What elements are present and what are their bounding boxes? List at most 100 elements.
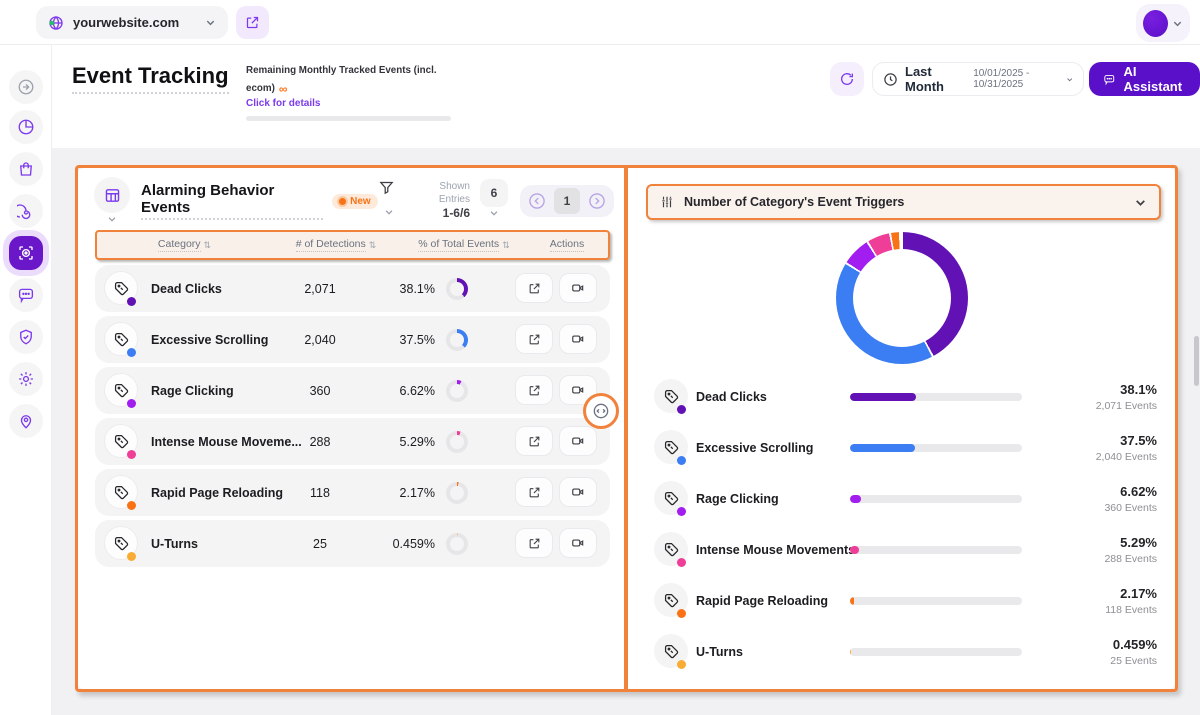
open-details-button[interactable] bbox=[515, 477, 553, 507]
category-label: Excessive Scrolling bbox=[151, 333, 268, 347]
account-menu[interactable] bbox=[1136, 4, 1190, 42]
panel-title: Alarming Behavior Events bbox=[141, 182, 323, 220]
category-color-dot bbox=[677, 405, 686, 414]
percent-value: 6.62% bbox=[1047, 483, 1157, 501]
percent-bar bbox=[850, 648, 1022, 656]
open-website-button[interactable] bbox=[236, 6, 269, 39]
filter-button[interactable] bbox=[378, 179, 399, 223]
legend-row[interactable]: U-Turns 0.459% 25 Events bbox=[628, 630, 1175, 674]
open-details-button[interactable] bbox=[515, 375, 553, 405]
chevron-down-icon bbox=[1134, 196, 1147, 209]
percent-value: 6.62% bbox=[365, 384, 435, 398]
page-size-selector[interactable]: 6 bbox=[480, 179, 508, 223]
scrollbar-thumb[interactable] bbox=[1194, 336, 1199, 386]
tracked-events-progressbar bbox=[246, 116, 451, 121]
next-page-button[interactable] bbox=[586, 190, 608, 212]
percent-bar-fill bbox=[850, 393, 916, 401]
collapse-icon[interactable] bbox=[9, 70, 43, 104]
panels-highlight-box: Alarming Behavior Events New Shown Entri… bbox=[75, 165, 1178, 692]
shield-check-icon[interactable] bbox=[9, 320, 43, 354]
legend-row[interactable]: Rapid Page Reloading 2.17% 118 Events bbox=[628, 579, 1175, 623]
tracked-events-widget: Remaining Monthly Tracked Events (incl. … bbox=[246, 60, 461, 121]
open-details-button[interactable] bbox=[515, 273, 553, 303]
percent-ring bbox=[446, 278, 468, 300]
table-header-row: Category⇅ # of Detections⇅ % of Total Ev… bbox=[95, 230, 610, 260]
category-label: Dead Clicks bbox=[151, 282, 222, 296]
shopping-bag-icon[interactable] bbox=[9, 152, 43, 186]
event-target-icon[interactable] bbox=[9, 236, 43, 270]
legend-row[interactable]: Rage Clicking 6.62% 360 Events bbox=[628, 477, 1175, 521]
percent-value: 0.459% bbox=[1047, 636, 1157, 654]
table-body: Dead Clicks 2,071 38.1% Excessive Scroll… bbox=[95, 265, 610, 571]
table-row[interactable]: Rage Clicking 360 6.62% bbox=[95, 367, 610, 414]
column-percent[interactable]: % of Total Events⇅ bbox=[400, 238, 528, 252]
legend-values: 2.17% 118 Events bbox=[1047, 585, 1157, 617]
open-details-button[interactable] bbox=[515, 324, 553, 354]
category-label: Rapid Page Reloading bbox=[151, 486, 283, 500]
events-count: 118 Events bbox=[1047, 603, 1157, 617]
session-recording-button[interactable] bbox=[559, 477, 597, 507]
donut-chart bbox=[836, 232, 968, 364]
date-range-selector[interactable]: Last Month 10/01/2025 - 10/31/2025 bbox=[872, 62, 1084, 96]
table-view-selector[interactable] bbox=[94, 177, 130, 225]
open-details-button[interactable] bbox=[515, 426, 553, 456]
table-row[interactable]: Excessive Scrolling 2,040 37.5% bbox=[95, 316, 610, 363]
session-recording-button[interactable] bbox=[559, 528, 597, 558]
prev-page-button[interactable] bbox=[526, 190, 548, 212]
percent-value: 5.29% bbox=[1047, 534, 1157, 552]
events-count: 288 Events bbox=[1047, 552, 1157, 566]
table-row[interactable]: Rapid Page Reloading 118 2.17% bbox=[95, 469, 610, 516]
ai-assistant-button[interactable]: AI Assistant bbox=[1089, 62, 1200, 96]
category-color-dot bbox=[127, 450, 136, 459]
events-count: 25 Events bbox=[1047, 654, 1157, 668]
session-recording-button[interactable] bbox=[559, 273, 597, 303]
table-icon bbox=[94, 177, 130, 213]
map-pin-icon[interactable] bbox=[9, 404, 43, 438]
page-number[interactable]: 1 bbox=[554, 188, 580, 214]
table-row[interactable]: Dead Clicks 2,071 38.1% bbox=[95, 265, 610, 312]
spiral-icon[interactable] bbox=[9, 194, 43, 228]
chart-legend: Dead Clicks 38.1% 2,071 Events Excessive… bbox=[628, 375, 1175, 681]
column-category[interactable]: Category⇅ bbox=[97, 238, 272, 252]
click-for-details-link[interactable]: Click for details bbox=[246, 98, 461, 109]
column-detections[interactable]: # of Detections⇅ bbox=[272, 238, 400, 252]
chevron-down-icon bbox=[205, 17, 216, 28]
table-row[interactable]: Intense Mouse Moveme... 288 5.29% bbox=[95, 418, 610, 465]
sort-icon: ⇅ bbox=[502, 240, 510, 251]
chevron-down-icon bbox=[1172, 18, 1183, 29]
percent-ring bbox=[446, 431, 468, 453]
session-recording-button[interactable] bbox=[559, 426, 597, 456]
resize-panels-button[interactable] bbox=[583, 393, 619, 429]
category-color-dot bbox=[127, 501, 136, 510]
percent-bar bbox=[850, 444, 1022, 452]
content-area: Alarming Behavior Events New Shown Entri… bbox=[52, 148, 1200, 715]
refresh-button[interactable] bbox=[830, 62, 864, 96]
legend-row[interactable]: Intense Mouse Movements 5.29% 288 Events bbox=[628, 528, 1175, 572]
chat-icon bbox=[1103, 72, 1116, 87]
percent-value: 38.1% bbox=[365, 282, 435, 296]
legend-row[interactable]: Excessive Scrolling 37.5% 2,040 Events bbox=[628, 426, 1175, 470]
open-details-button[interactable] bbox=[515, 528, 553, 558]
percent-value: 0.459% bbox=[365, 537, 435, 551]
gear-icon[interactable] bbox=[9, 362, 43, 396]
events-count: 2,071 Events bbox=[1047, 399, 1157, 413]
category-label: Rapid Page Reloading bbox=[696, 594, 828, 608]
chart-metric-selector[interactable]: Number of Category's Event Triggers bbox=[646, 184, 1161, 220]
detections-value: 360 bbox=[280, 384, 360, 398]
table-row[interactable]: U-Turns 25 0.459% bbox=[95, 520, 610, 567]
clock-icon bbox=[883, 72, 898, 87]
avatar bbox=[1143, 10, 1168, 37]
category-label: U-Turns bbox=[696, 645, 743, 659]
session-recording-button[interactable] bbox=[559, 324, 597, 354]
domain-selector[interactable]: yourwebsite.com bbox=[36, 6, 228, 39]
legend-row[interactable]: Dead Clicks 38.1% 2,071 Events bbox=[628, 375, 1175, 419]
chat-icon[interactable] bbox=[9, 278, 43, 312]
events-count: 360 Events bbox=[1047, 501, 1157, 515]
top-bar: yourwebsite.com bbox=[0, 0, 1200, 45]
pie-chart-icon[interactable] bbox=[9, 110, 43, 144]
percent-value: 37.5% bbox=[365, 333, 435, 347]
percent-bar bbox=[850, 597, 1022, 605]
events-count: 2,040 Events bbox=[1047, 450, 1157, 464]
sliders-icon bbox=[660, 195, 674, 209]
chevron-down-icon bbox=[489, 208, 499, 218]
